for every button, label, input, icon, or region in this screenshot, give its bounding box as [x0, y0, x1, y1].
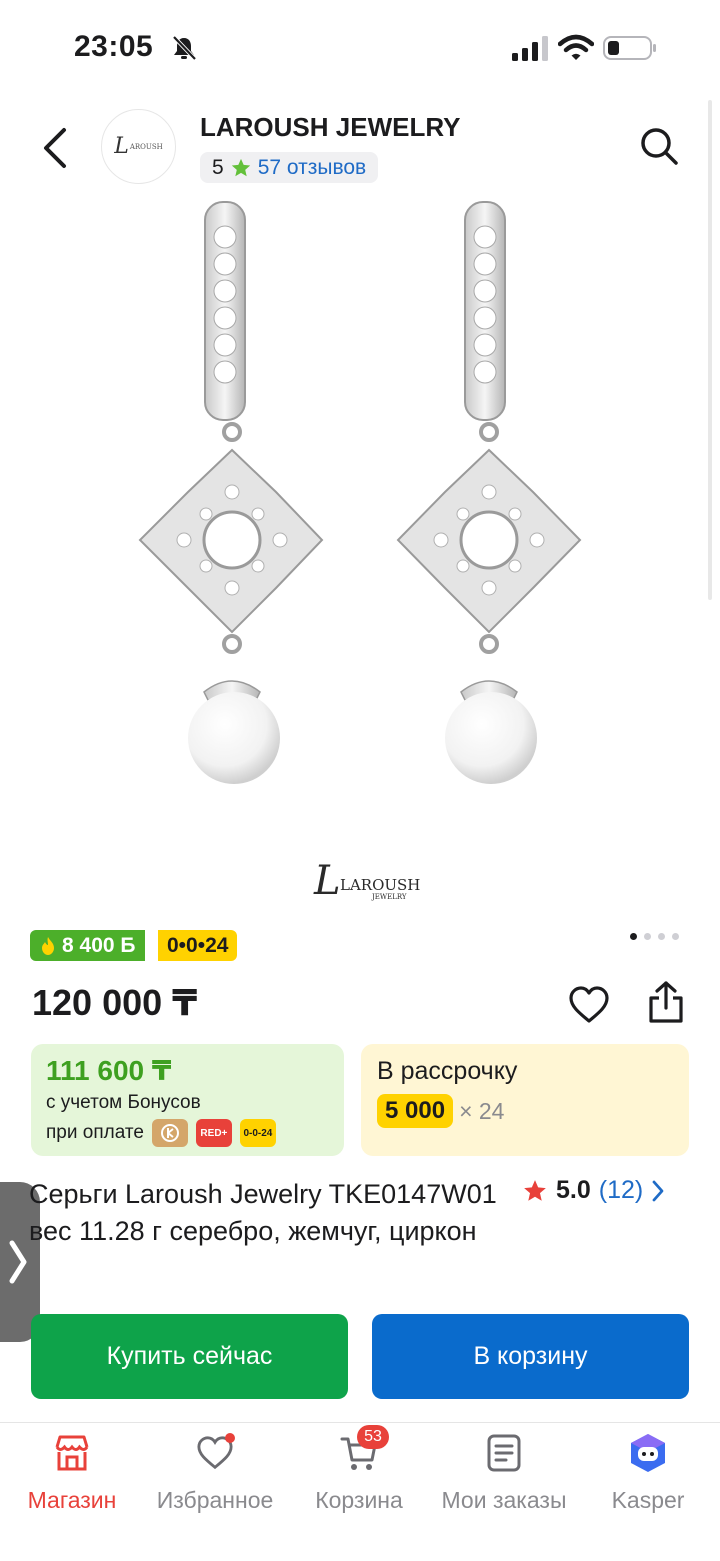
nav-label-store: Магазин — [27, 1487, 117, 1513]
product-image[interactable] — [0, 192, 720, 912]
brand-watermark-logo: L LAROUSH JEWELRY — [313, 858, 420, 904]
product-reviews-count: (12) — [598, 1176, 644, 1204]
store-reviews-link: 57 отзывов — [257, 155, 367, 179]
kasper-icon — [626, 1431, 670, 1475]
chevron-right-icon — [652, 1180, 664, 1201]
earring-right — [396, 201, 582, 784]
bonus-badge-label: 8 400 Б — [62, 933, 136, 957]
gallery-dot[interactable] — [630, 933, 637, 940]
nav-item-cart[interactable]: 53 Корзина — [300, 1423, 418, 1533]
nav-label-kasper: Kasper — [611, 1487, 685, 1513]
bonus-note: с учетом Бонусов — [46, 1092, 201, 1113]
cellular-signal-icon — [512, 36, 548, 61]
store-rating-pill[interactable]: 5 57 отзывов — [200, 152, 379, 183]
product-rating-link[interactable]: 5.0 (12) — [522, 1176, 665, 1205]
installment-badge-label: 0•0•24 — [167, 933, 229, 957]
add-to-cart-button[interactable]: В корзину — [372, 1314, 689, 1399]
brand-mark-text: LAROUSH — [340, 876, 420, 894]
heart-icon — [193, 1431, 237, 1475]
installment-card[interactable]: В рассрочку 5 000 × 24 — [361, 1044, 689, 1156]
heart-icon — [569, 986, 609, 1023]
star-icon — [231, 158, 250, 176]
installment-amount: 5 000 — [377, 1094, 454, 1128]
store-logo-subtext: AROUSH — [129, 142, 163, 151]
nav-label-favorites: Избранное — [156, 1487, 274, 1513]
earring-left — [138, 201, 324, 784]
search-icon — [641, 128, 678, 165]
installment-row: 5 000 × 24 — [377, 1094, 673, 1128]
store-name[interactable]: LAROUSH JEWELRY — [200, 112, 461, 143]
notification-dot — [225, 1433, 235, 1443]
nav-item-favorites[interactable]: Избранное — [150, 1423, 280, 1533]
installment-title: В рассрочку — [377, 1057, 518, 1085]
back-button[interactable] — [30, 120, 80, 176]
cart-count-badge: 53 — [357, 1425, 389, 1449]
svg-text:L: L — [313, 858, 341, 904]
bonus-price: 111 600 ₸ — [46, 1055, 172, 1086]
product-price: 120 000 ₸ — [32, 982, 198, 1023]
wifi-icon — [558, 34, 594, 60]
favorite-button[interactable] — [564, 980, 614, 1030]
nav-item-kasper[interactable]: Kasper — [598, 1423, 698, 1533]
gallery-dot[interactable] — [672, 933, 679, 940]
bottom-navigation: Магазин Избранное 53 Корзина Мои заказы … — [0, 1422, 720, 1561]
bonus-price-card[interactable]: 111 600 ₸ с учетом Бонусов при оплате RE… — [31, 1044, 344, 1156]
payment-note: при оплате — [46, 1122, 144, 1143]
gallery-dot[interactable] — [658, 933, 665, 940]
share-button[interactable] — [641, 976, 691, 1028]
product-title: Серьги Laroush Jewelry TKE0147W01 вес 11… — [29, 1179, 497, 1246]
zero-zero-24-chip: 0-0-24 — [239, 1119, 276, 1147]
flame-icon — [42, 936, 54, 955]
search-button[interactable] — [634, 120, 684, 172]
chevron-left-icon — [44, 128, 66, 168]
installment-badge[interactable]: 0•0•24 — [158, 930, 238, 961]
store-icon — [50, 1431, 94, 1475]
brand-mark-subtext: JEWELRY — [371, 893, 407, 901]
kaspi-gold-icon — [151, 1119, 188, 1147]
bonus-badge[interactable]: 8 400 Б — [30, 930, 146, 961]
store-logo[interactable]: L AROUSH — [101, 109, 176, 184]
battery-icon — [603, 36, 656, 60]
installment-multiplier: × 24 — [459, 1097, 505, 1124]
status-bar: 23:05 — [0, 0, 720, 100]
chevron-right-icon — [9, 1240, 27, 1284]
product-rating-value: 5.0 — [556, 1176, 591, 1204]
gallery-pagination — [630, 933, 679, 940]
nav-item-orders[interactable]: Мои заказы — [434, 1423, 574, 1533]
status-time: 23:05 — [74, 30, 154, 63]
nav-label-cart: Корзина — [315, 1487, 403, 1513]
payment-methods-row: при оплате RED+ 0-0-24 — [46, 1118, 329, 1148]
red-plus-chip: RED+ — [195, 1119, 232, 1147]
gallery-dot[interactable] — [644, 933, 651, 940]
share-icon — [649, 981, 683, 1023]
buy-now-button[interactable]: Купить сейчас — [31, 1314, 348, 1399]
bell-off-icon — [172, 35, 197, 61]
nav-label-orders: Мои заказы — [441, 1487, 567, 1513]
star-icon — [524, 1179, 546, 1201]
store-logo-letter: L — [114, 134, 129, 159]
cart-icon: 53 — [337, 1425, 389, 1475]
orders-icon — [482, 1431, 526, 1475]
nav-item-store[interactable]: Магазин — [12, 1423, 132, 1533]
store-rating-value: 5 — [212, 155, 224, 179]
